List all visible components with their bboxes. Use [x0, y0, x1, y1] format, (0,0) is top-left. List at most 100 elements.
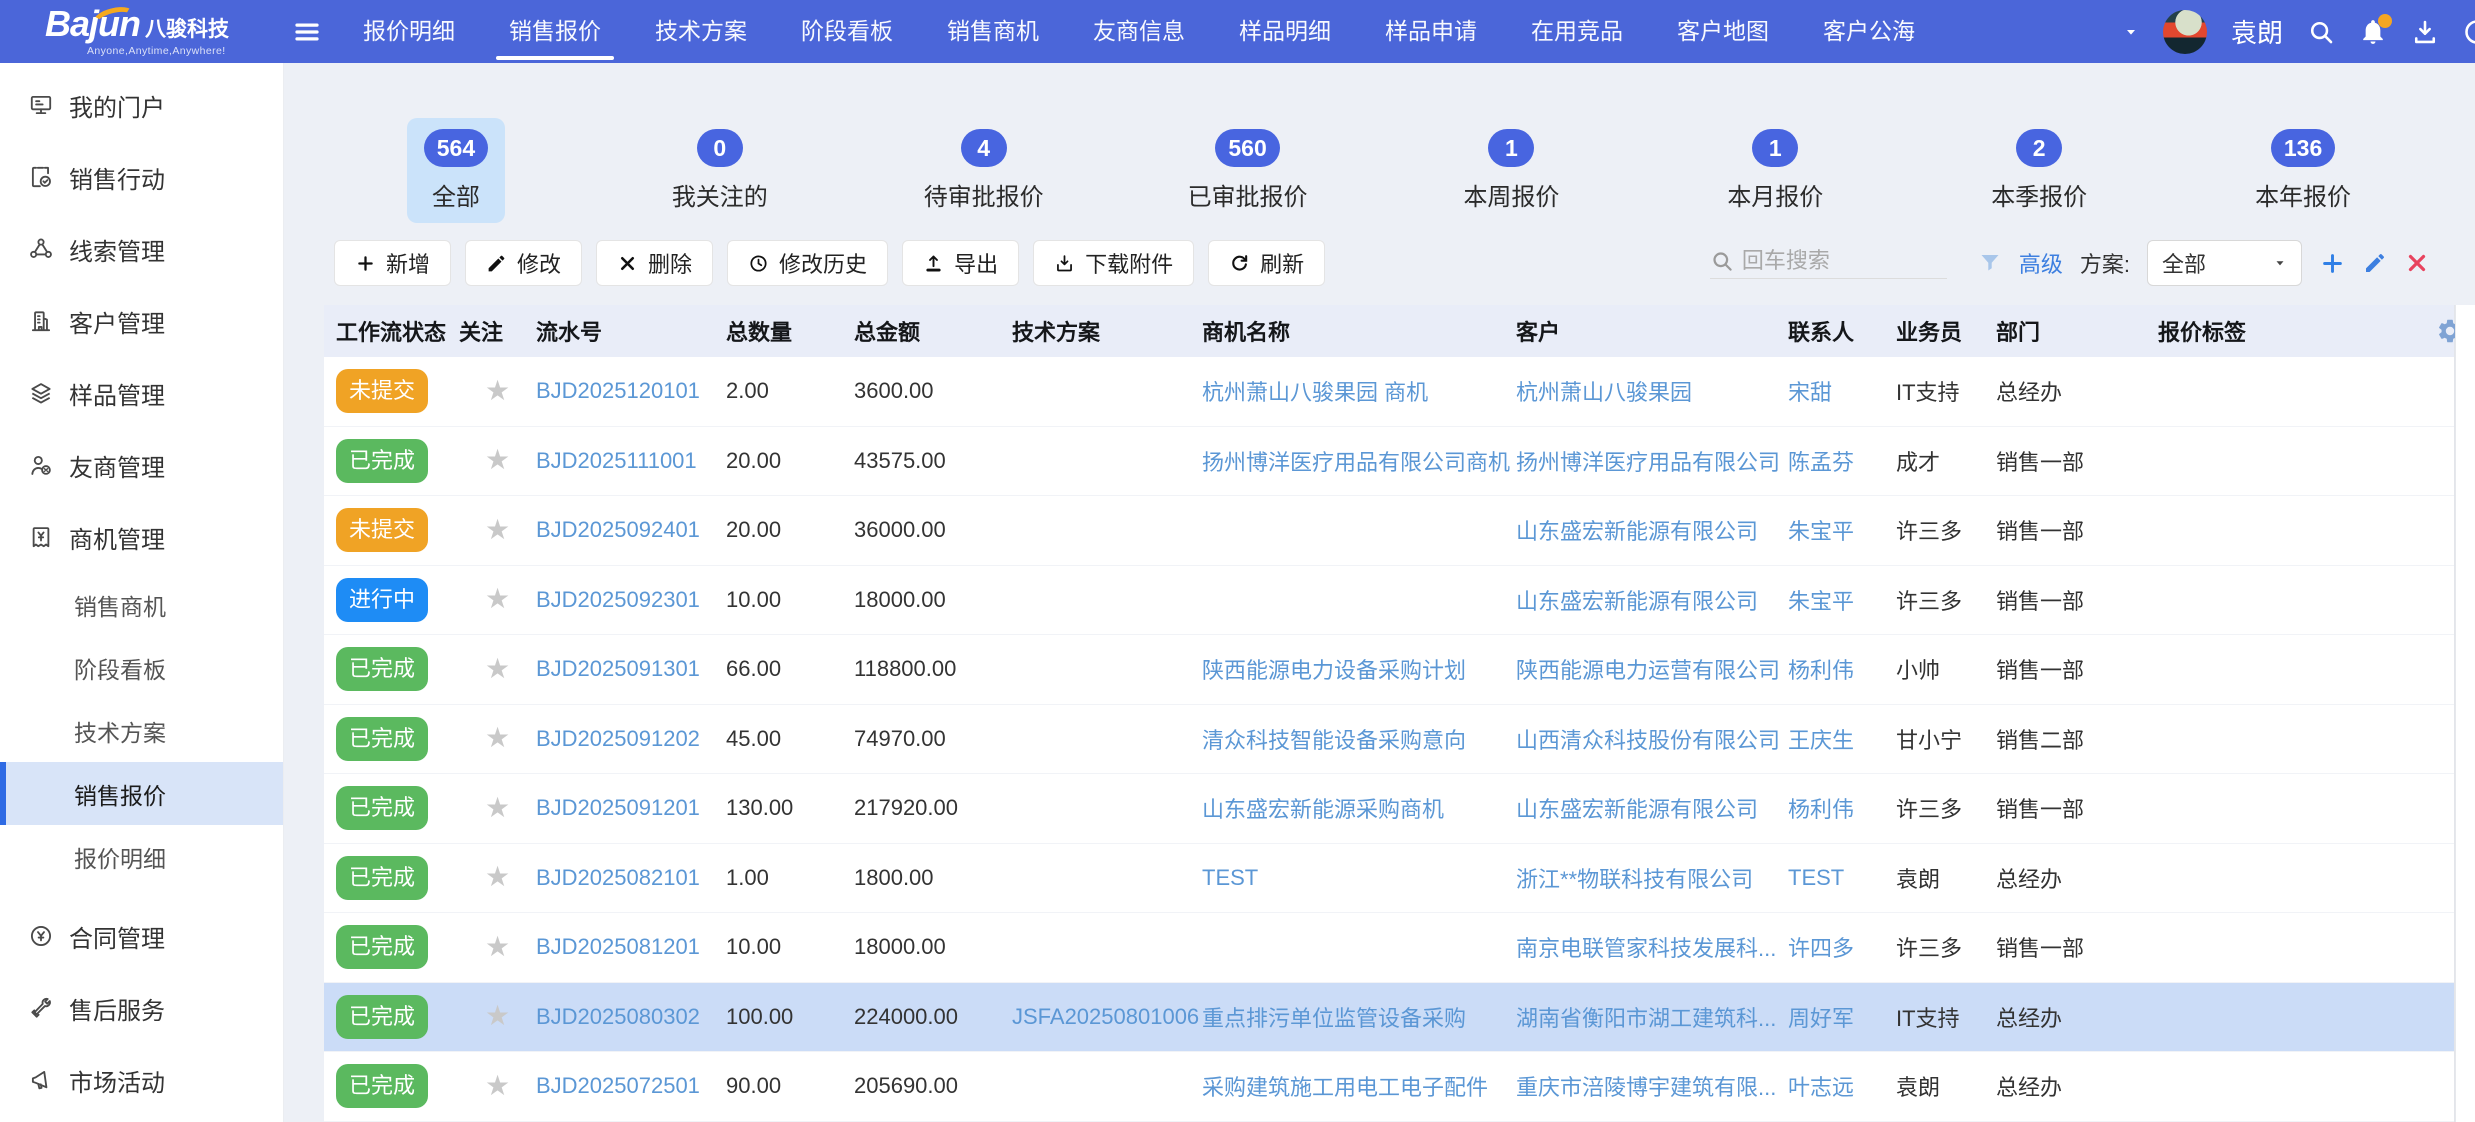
stat-filter[interactable]: 0 我关注的 [588, 118, 852, 223]
table-row[interactable]: 已完成 ★ BJD2025091201 130.00 217920.00 山东盛… [324, 774, 2454, 844]
opportunity-link[interactable]: TEST [1202, 865, 1516, 891]
customer-link[interactable]: 南京电联管家科技发展科... [1516, 931, 1788, 963]
serial-link[interactable]: BJD2025091202 [536, 726, 726, 752]
opportunity-link[interactable]: 杭州萧山八骏果园 商机 [1202, 375, 1516, 407]
topnav-item[interactable]: 客户地图 [1650, 0, 1796, 63]
favorite-star-icon[interactable]: ★ [485, 1072, 510, 1101]
user-avatar[interactable] [2163, 10, 2207, 54]
table-row[interactable]: 已完成 ★ BJD2025091301 66.00 118800.00 陕西能源… [324, 635, 2454, 705]
stat-filter[interactable]: 2 本季报价 [1907, 118, 2171, 223]
customer-link[interactable]: 湖南省衡阳市湖工建筑科... [1516, 1001, 1788, 1033]
sidebar-item[interactable]: 样品管理 [0, 357, 283, 429]
stat-filter[interactable]: 4 待审批报价 [852, 118, 1116, 223]
sidebar-item[interactable]: 客户管理 [0, 285, 283, 357]
opportunity-link[interactable]: 山东盛宏新能源采购商机 [1202, 792, 1516, 824]
toolbar-button[interactable]: 修改 [465, 240, 582, 286]
contact-link[interactable]: 朱宝平 [1788, 514, 1896, 546]
sidebar-item[interactable]: 技术方案 [0, 699, 283, 762]
favorite-star-icon[interactable]: ★ [485, 794, 510, 823]
topnav-item[interactable]: 报价明细 [336, 0, 482, 63]
sidebar-item[interactable]: 线索管理 [0, 213, 283, 285]
column-header[interactable]: 部门 [1996, 315, 2158, 347]
topnav-item[interactable]: 销售商机 [920, 0, 1066, 63]
customer-link[interactable]: 山东盛宏新能源有限公司 [1516, 584, 1788, 616]
sidebar-item[interactable]: 销售商机 [0, 573, 283, 636]
opportunity-link[interactable]: 采购建筑施工用电工电子配件 [1202, 1070, 1516, 1102]
sidebar-item[interactable]: 售后服务 [0, 972, 283, 1044]
sidebar-item[interactable]: 阶段看板 [0, 636, 283, 699]
contact-link[interactable]: 陈孟芬 [1788, 445, 1896, 477]
contact-link[interactable]: 宋甜 [1788, 375, 1896, 407]
toolbar-button[interactable]: 下载附件 [1033, 240, 1194, 286]
topnav-item[interactable]: 样品申请 [1358, 0, 1504, 63]
table-row[interactable]: 已完成 ★ BJD2025082101 1.00 1800.00 TEST 浙江… [324, 844, 2454, 914]
stat-filter[interactable]: 560 已审批报价 [1116, 118, 1380, 223]
opportunity-link[interactable]: 扬州博洋医疗用品有限公司商机 [1202, 445, 1516, 477]
stat-filter[interactable]: 1 本月报价 [1643, 118, 1907, 223]
tech-plan-link[interactable]: JSFA20250801006 [1012, 1004, 1202, 1030]
sidebar-item[interactable]: 合同管理 [0, 900, 283, 972]
favorite-star-icon[interactable]: ★ [485, 724, 510, 753]
scheme-edit-icon[interactable] [2363, 251, 2387, 275]
customer-link[interactable]: 山东盛宏新能源有限公司 [1516, 514, 1788, 546]
contact-link[interactable]: 周好军 [1788, 1001, 1896, 1033]
topnav-item[interactable]: 技术方案 [628, 0, 774, 63]
toolbar-button[interactable]: 导出 [902, 240, 1019, 286]
sidebar-item[interactable]: 友商管理 [0, 429, 283, 501]
column-header[interactable]: 流水号 [536, 315, 726, 347]
table-row[interactable]: 进行中 ★ BJD2025092301 10.00 18000.00 山东盛宏新… [324, 566, 2454, 636]
column-header[interactable]: 报价标签 [2158, 315, 2454, 347]
topnav-item[interactable]: 销售报价 [482, 0, 628, 63]
column-header[interactable]: 总金额 [854, 315, 1012, 347]
column-header[interactable]: 工作流状态 [324, 315, 459, 347]
contact-link[interactable]: 许四多 [1788, 931, 1896, 963]
serial-link[interactable]: BJD2025080302 [536, 1004, 726, 1030]
favorite-star-icon[interactable]: ★ [485, 933, 510, 962]
toolbar-button[interactable]: 新增 [334, 240, 451, 286]
opportunity-link[interactable]: 清众科技智能设备采购意向 [1202, 723, 1516, 755]
favorite-star-icon[interactable]: ★ [485, 516, 510, 545]
serial-link[interactable]: BJD2025092301 [536, 587, 726, 613]
table-row[interactable]: 已完成 ★ BJD2025072501 90.00 205690.00 采购建筑… [324, 1052, 2454, 1122]
toolbar-button[interactable]: 删除 [596, 240, 713, 286]
scheme-delete-icon[interactable] [2404, 250, 2430, 276]
contact-link[interactable]: 杨利伟 [1788, 792, 1896, 824]
serial-link[interactable]: BJD2025120101 [536, 378, 726, 404]
contact-link[interactable]: 杨利伟 [1788, 653, 1896, 685]
customer-link[interactable]: 重庆市涪陵博宇建筑有限... [1516, 1070, 1788, 1102]
topbar-action-icon[interactable] [2463, 18, 2475, 46]
customer-link[interactable]: 山西清众科技股份有限公司 [1516, 723, 1788, 755]
sidebar-item[interactable]: 市场活动 [0, 1044, 283, 1116]
stat-filter[interactable]: 564 全部 [324, 118, 588, 223]
scheme-select[interactable]: 全部 [2147, 240, 2302, 286]
sidebar-item[interactable]: 商机管理 [0, 501, 283, 573]
column-header[interactable]: 联系人 [1788, 315, 1896, 347]
table-row[interactable]: 已完成 ★ BJD2025080302 100.00 224000.00 JSF… [324, 983, 2454, 1053]
contact-link[interactable]: 朱宝平 [1788, 584, 1896, 616]
serial-link[interactable]: BJD2025082101 [536, 865, 726, 891]
column-header[interactable]: 关注 [459, 315, 536, 347]
serial-link[interactable]: BJD2025081201 [536, 934, 726, 960]
contact-link[interactable]: 王庆生 [1788, 723, 1896, 755]
brand-logo[interactable]: Bajun 八骏科技 Anyone,Anytime,Anywhere! [0, 6, 250, 57]
nav-overflow-caret-icon[interactable] [2123, 24, 2139, 40]
customer-link[interactable]: 扬州博洋医疗用品有限公司 [1516, 445, 1788, 477]
contact-link[interactable]: TEST [1788, 865, 1896, 891]
topnav-item[interactable]: 在用竞品 [1504, 0, 1650, 63]
stat-filter[interactable]: 136 本年报价 [2171, 118, 2435, 223]
column-header[interactable]: 技术方案 [1012, 315, 1202, 347]
scheme-add-icon[interactable] [2319, 250, 2346, 277]
table-row[interactable]: 已完成 ★ BJD2025081201 10.00 18000.00 南京电联管… [324, 913, 2454, 983]
user-name[interactable]: 袁朗 [2231, 13, 2283, 50]
topnav-item[interactable]: 友商信息 [1066, 0, 1212, 63]
search-input[interactable] [1742, 248, 1947, 274]
topbar-action-icon[interactable] [2359, 18, 2387, 46]
topnav-item[interactable]: 样品明细 [1212, 0, 1358, 63]
table-row[interactable]: 未提交 ★ BJD2025092401 20.00 36000.00 山东盛宏新… [324, 496, 2454, 566]
topnav-item[interactable]: 客户公海 [1796, 0, 1942, 63]
favorite-star-icon[interactable]: ★ [485, 585, 510, 614]
customer-link[interactable]: 浙江**物联科技有限公司 [1516, 862, 1788, 894]
sidebar-item[interactable]: 销售行动 [0, 141, 283, 213]
column-header[interactable]: 客户 [1516, 315, 1788, 347]
customer-link[interactable]: 山东盛宏新能源有限公司 [1516, 792, 1788, 824]
